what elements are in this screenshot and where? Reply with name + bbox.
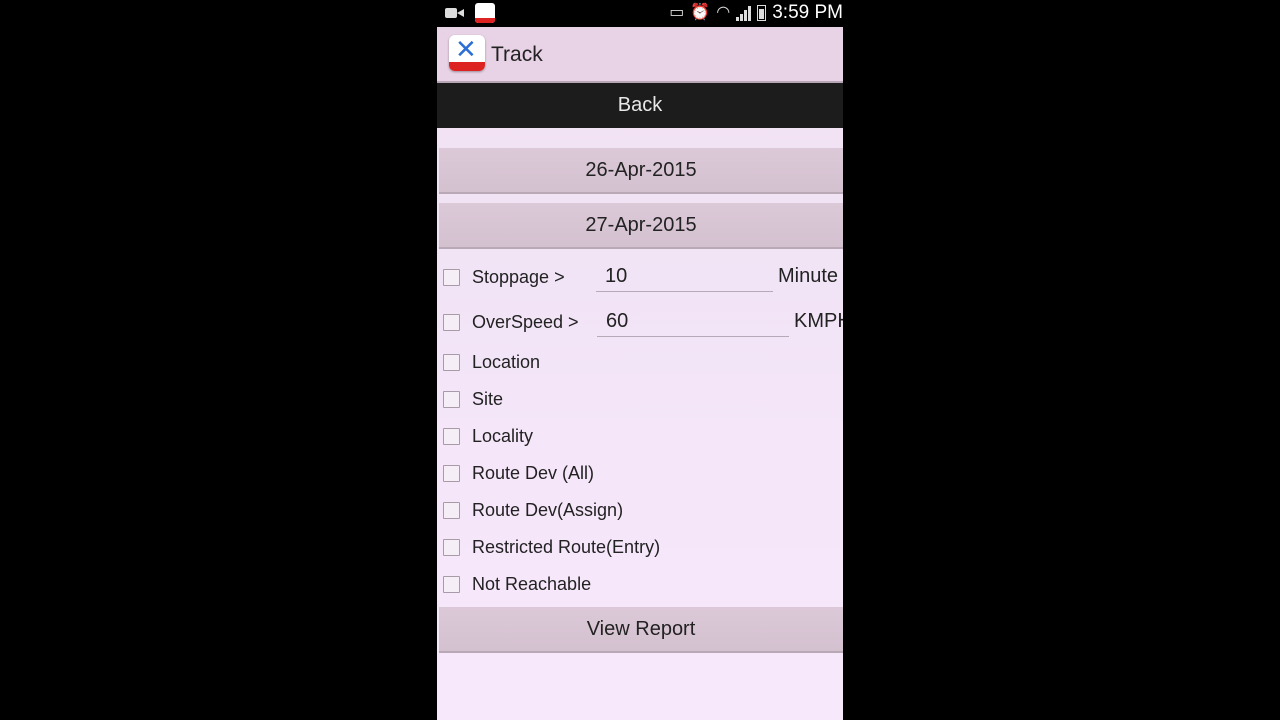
overspeed-label: OverSpeed > — [472, 311, 579, 332]
wifi-icon: ◠ — [716, 4, 731, 21]
battery-icon — [757, 5, 767, 21]
filter-row-not-reachable[interactable]: Not Reachable — [443, 569, 591, 599]
stoppage-minutes-input[interactable]: 10 — [596, 262, 773, 292]
from-date-button[interactable]: 26-Apr-2015 — [439, 148, 843, 194]
overspeed-row: OverSpeed > — [443, 307, 579, 337]
restricted-route-checkbox[interactable] — [443, 538, 460, 556]
status-time: 3:59 PM — [772, 2, 843, 23]
overspeed-unit-label: KMPH — [794, 310, 843, 332]
video-camera-icon — [445, 7, 465, 19]
back-button[interactable]: Back — [437, 83, 843, 128]
filter-label: Location — [472, 351, 541, 372]
location-checkbox[interactable] — [443, 353, 460, 371]
overspeed-checkbox[interactable] — [443, 313, 460, 331]
stoppage-checkbox[interactable] — [443, 268, 460, 286]
filter-row-route-dev-assign[interactable]: Route Dev(Assign) — [443, 495, 623, 525]
filter-label: Locality — [472, 425, 534, 446]
filter-row-route-dev-all[interactable]: Route Dev (All) — [443, 458, 594, 488]
locality-checkbox[interactable] — [443, 427, 460, 445]
not-reachable-checkbox[interactable] — [443, 575, 460, 593]
status-bar: ▭ ⏰ ◠ 3:59 PM — [437, 0, 843, 27]
status-bar-left — [445, 3, 495, 23]
app-notification-icon — [475, 3, 495, 23]
cast-icon: ▭ — [669, 4, 685, 21]
filter-label: Site — [472, 388, 504, 409]
site-checkbox[interactable] — [443, 390, 460, 408]
filter-label: Route Dev(Assign) — [472, 499, 624, 520]
filter-row-locality[interactable]: Locality — [443, 421, 533, 451]
x-logo-icon[interactable]: ✕ — [449, 35, 485, 71]
stoppage-label: Stoppage > — [472, 266, 565, 287]
filter-label: Not Reachable — [472, 573, 592, 594]
alarm-icon: ⏰ — [690, 4, 711, 21]
app-title: Track — [491, 43, 543, 66]
status-bar-right: ▭ ⏰ ◠ 3:59 PM — [669, 2, 843, 24]
to-date-button[interactable]: 27-Apr-2015 — [439, 203, 843, 249]
view-report-button[interactable]: View Report — [439, 607, 843, 653]
route-dev-all-checkbox[interactable] — [443, 464, 460, 482]
signal-icon — [736, 5, 752, 21]
stoppage-unit-label: Minute — [778, 265, 839, 287]
filter-label: Route Dev (All) — [472, 462, 595, 483]
filter-label: Restricted Route(Entry) — [472, 536, 661, 557]
route-dev-assign-checkbox[interactable] — [443, 501, 460, 519]
stoppage-row: Stoppage > — [443, 262, 565, 292]
filter-row-site[interactable]: Site — [443, 384, 503, 414]
action-bar: ✕ Track — [437, 27, 843, 83]
overspeed-kmph-input[interactable]: 60 — [597, 307, 789, 337]
filter-row-restricted-route[interactable]: Restricted Route(Entry) — [443, 532, 660, 562]
phone-screen: ▭ ⏰ ◠ 3:59 PM ✕ Track Back 26-Apr-2015 2… — [437, 0, 843, 720]
filter-row-location[interactable]: Location — [443, 347, 540, 377]
